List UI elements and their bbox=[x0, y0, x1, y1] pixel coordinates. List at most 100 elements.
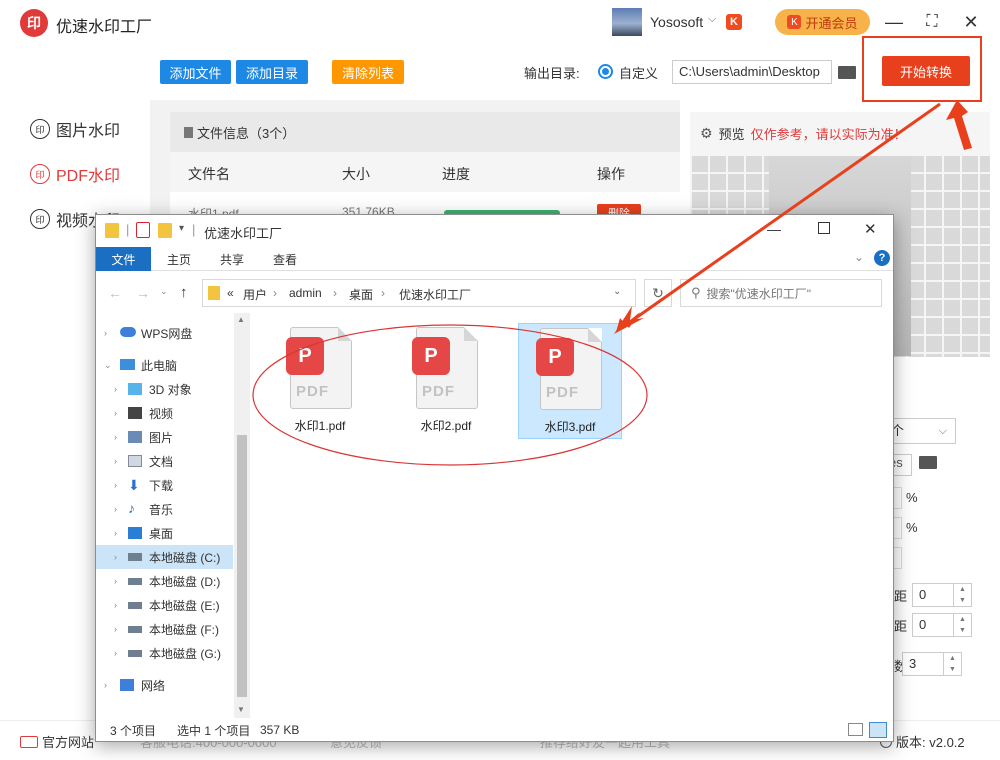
chevron-right-icon[interactable]: › bbox=[114, 624, 117, 634]
maximize-button[interactable] bbox=[818, 222, 830, 234]
vip-button[interactable]: K 开通会员 bbox=[775, 9, 870, 35]
tab-home[interactable]: 主页 bbox=[164, 247, 194, 271]
maximize-button[interactable]: ⛶ bbox=[920, 10, 944, 34]
chevron-right-icon[interactable]: › bbox=[114, 600, 117, 610]
tree-item-pictures[interactable]: › 图片 bbox=[96, 425, 233, 449]
tree-item-drive-g[interactable]: › 本地磁盘 (G:) bbox=[96, 641, 233, 665]
chevron-down-icon[interactable]: ▼ bbox=[943, 664, 961, 675]
custom-dir-radio-label[interactable]: 自定义 bbox=[619, 63, 658, 82]
help-icon[interactable]: ? bbox=[874, 250, 890, 266]
file-item-selected[interactable]: P PDF 水印3.pdf bbox=[518, 323, 622, 439]
minimize-button[interactable]: — bbox=[767, 221, 781, 237]
tree-label: 视频 bbox=[149, 406, 174, 421]
chevron-down-icon[interactable]: ⌄ bbox=[854, 250, 864, 264]
separator: | bbox=[126, 222, 130, 237]
spacing-stepper-2[interactable]: 0 ▲ ▼ bbox=[912, 613, 972, 637]
breadcrumb-users[interactable]: 用户 bbox=[243, 286, 267, 303]
chevron-down-icon[interactable]: ▼ bbox=[953, 625, 971, 636]
nav-item-pdf-watermark[interactable]: 印 PDF水印 bbox=[30, 162, 120, 186]
tree-item-network[interactable]: › 网络 bbox=[96, 673, 233, 697]
spacing-stepper-1[interactable]: 0 ▲ ▼ bbox=[912, 583, 972, 607]
tree-item-drive-f[interactable]: › 本地磁盘 (F:) bbox=[96, 617, 233, 641]
file-name: 水印3.pdf bbox=[544, 420, 596, 434]
refresh-icon[interactable]: ↻ bbox=[644, 279, 672, 307]
breadcrumb-desktop[interactable]: 桌面 bbox=[349, 286, 373, 303]
large-icons-view-icon[interactable] bbox=[869, 722, 887, 738]
chevron-right-icon[interactable]: › bbox=[104, 328, 107, 338]
close-button[interactable]: ✕ bbox=[864, 220, 877, 238]
add-directory-button[interactable]: 添加目录 bbox=[236, 60, 308, 84]
up-arrow-icon[interactable]: ↑ bbox=[180, 284, 188, 301]
search-icon: ⚲ bbox=[691, 285, 701, 300]
tab-file[interactable]: 文件 bbox=[96, 247, 151, 271]
chevron-right-icon[interactable]: › bbox=[114, 480, 117, 490]
chevron-down-icon[interactable]: ⌄ bbox=[160, 286, 168, 297]
output-path-input[interactable]: C:\Users\admin\Desktop bbox=[672, 60, 832, 84]
scrollbar-thumb[interactable] bbox=[237, 435, 247, 697]
chevron-right-icon[interactable]: › bbox=[114, 528, 117, 538]
address-bar[interactable]: « 用户 › admin › 桌面 › 优速水印工厂 ⌄ bbox=[202, 279, 636, 307]
chevron-down-icon[interactable]: ▼ bbox=[953, 595, 971, 606]
avatar[interactable] bbox=[612, 8, 642, 36]
tree-label: 本地磁盘 (D:) bbox=[149, 574, 221, 589]
breadcrumb-admin[interactable]: admin bbox=[289, 286, 322, 300]
chevron-down-icon[interactable]: ▾ bbox=[179, 223, 184, 234]
folder-icon[interactable] bbox=[838, 66, 856, 79]
tree-item-3d-objects[interactable]: › 3D 对象 bbox=[96, 377, 233, 401]
drive-icon bbox=[128, 602, 142, 609]
custom-dir-radio[interactable] bbox=[598, 64, 613, 79]
count-stepper[interactable]: 3 ▲ ▼ bbox=[902, 652, 962, 676]
chevron-right-icon[interactable]: › bbox=[114, 576, 117, 586]
tree-item-drive-d[interactable]: › 本地磁盘 (D:) bbox=[96, 569, 233, 593]
website-link[interactable]: 官方网站 bbox=[20, 732, 94, 751]
start-convert-button[interactable]: 开始转换 bbox=[882, 56, 970, 86]
breadcrumb-current[interactable]: 优速水印工厂 bbox=[399, 286, 471, 303]
tree-item-downloads[interactable]: › ⬇ 下载 bbox=[96, 473, 233, 497]
tree-item-documents[interactable]: › 文档 bbox=[96, 449, 233, 473]
chevron-right-icon[interactable]: › bbox=[114, 648, 117, 658]
column-header-size: 大小 bbox=[342, 166, 370, 182]
chevron-down-icon[interactable]: ⌄ bbox=[104, 360, 112, 371]
file-item[interactable]: P PDF 水印2.pdf bbox=[394, 323, 498, 439]
chevron-right-icon[interactable]: › bbox=[114, 408, 117, 418]
tree-scrollbar[interactable]: ▲ ▼ bbox=[234, 313, 250, 718]
tree-item-this-pc[interactable]: ⌄ 此电脑 bbox=[96, 353, 233, 377]
chevron-down-icon[interactable]: ⌄ bbox=[613, 286, 621, 297]
username[interactable]: Yososoft bbox=[650, 14, 703, 30]
nav-item-image-watermark[interactable]: 印 图片水印 bbox=[30, 117, 120, 141]
position-select[interactable]: 个 ⌵ bbox=[884, 418, 956, 444]
file-item[interactable]: P PDF 水印1.pdf bbox=[268, 323, 372, 439]
breadcrumb-prefix[interactable]: « bbox=[227, 286, 234, 300]
tree-label: 此电脑 bbox=[141, 358, 178, 373]
add-file-button[interactable]: 添加文件 bbox=[160, 60, 231, 84]
tree-item-music[interactable]: › ♪ 音乐 bbox=[96, 497, 233, 521]
chevron-right-icon[interactable]: › bbox=[104, 680, 107, 690]
chevron-right-icon[interactable]: › bbox=[114, 456, 117, 466]
chevron-right-icon[interactable]: › bbox=[114, 504, 117, 514]
chevron-right-icon[interactable]: › bbox=[114, 384, 117, 394]
forward-arrow-icon[interactable]: → bbox=[136, 285, 150, 301]
tab-view[interactable]: 查看 bbox=[270, 247, 300, 271]
chevron-down-icon[interactable]: ⌵ bbox=[708, 13, 716, 26]
tree-item-drive-c[interactable]: › 本地磁盘 (C:) bbox=[96, 545, 233, 569]
chevron-up-icon[interactable]: ▲ bbox=[237, 315, 245, 324]
tree-item-videos[interactable]: › 视频 bbox=[96, 401, 233, 425]
back-arrow-icon[interactable]: ← bbox=[108, 285, 122, 301]
chevron-right-icon[interactable]: › bbox=[114, 432, 117, 442]
tree-item-wps-cloud[interactable]: › WPS网盘 bbox=[96, 321, 233, 345]
details-view-icon[interactable] bbox=[848, 723, 863, 736]
tree-item-drive-e[interactable]: › 本地磁盘 (E:) bbox=[96, 593, 233, 617]
file-icon bbox=[184, 126, 193, 138]
properties-icon[interactable] bbox=[136, 222, 150, 238]
chevron-right-icon[interactable]: › bbox=[114, 552, 117, 562]
clear-list-button[interactable]: 清除列表 bbox=[332, 60, 404, 84]
search-input[interactable]: ⚲ 搜索"优速水印工厂" bbox=[680, 279, 882, 307]
chevron-down-icon[interactable]: ▼ bbox=[237, 705, 245, 714]
folder-icon[interactable] bbox=[919, 456, 937, 469]
tab-share[interactable]: 共享 bbox=[217, 247, 247, 271]
minimize-button[interactable]: — bbox=[882, 10, 906, 34]
new-folder-icon[interactable] bbox=[158, 223, 172, 238]
tree-item-desktop[interactable]: › 桌面 bbox=[96, 521, 233, 545]
close-button[interactable]: ✕ bbox=[959, 10, 983, 34]
nav-item-label: 图片水印 bbox=[56, 123, 121, 140]
